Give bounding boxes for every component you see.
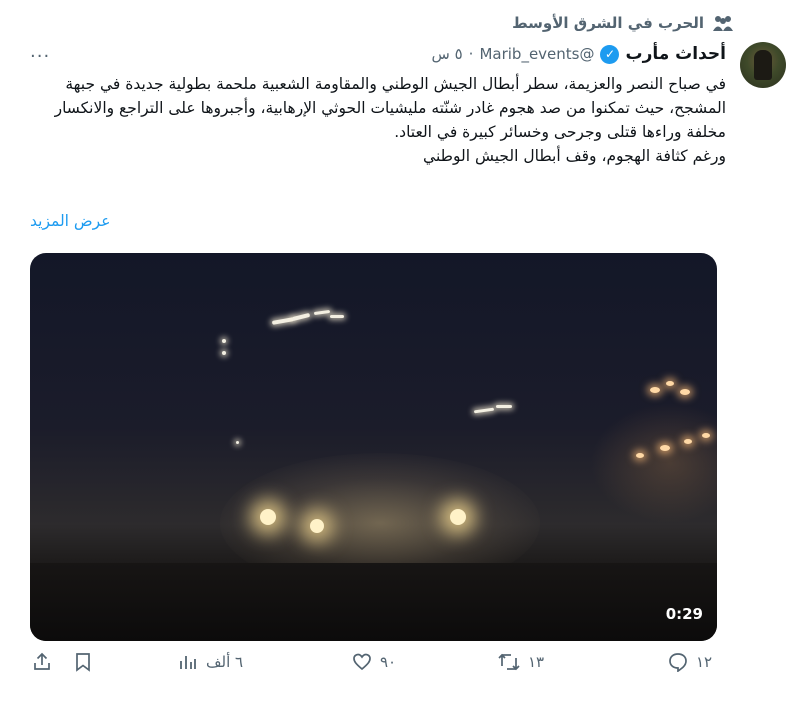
analytics-icon bbox=[180, 656, 196, 669]
tweet-paragraph-2: ورغم كثافة الهجوم، وقف أبطال الجيش الوطن… bbox=[423, 147, 726, 165]
fire-spot bbox=[660, 445, 670, 451]
reply-button[interactable]: ١٢ bbox=[668, 652, 712, 672]
sky-glow-right bbox=[590, 403, 717, 523]
video-duration: 0:29 bbox=[665, 605, 703, 623]
verified-badge-icon: ✓ bbox=[600, 44, 620, 64]
bookmark-icon bbox=[76, 653, 90, 672]
avatar-figure bbox=[754, 50, 772, 80]
avatar[interactable] bbox=[740, 42, 786, 88]
light-source bbox=[450, 509, 466, 525]
views-button[interactable]: ٦ ألف bbox=[178, 652, 243, 672]
tracer-streak bbox=[473, 407, 495, 414]
like-count: ٩٠ bbox=[380, 653, 397, 671]
tweet-header: أحداث مأرب ✓ @Marib_events · ٥ س bbox=[432, 44, 726, 64]
fire-spot bbox=[636, 453, 644, 458]
bookmark-button[interactable] bbox=[74, 652, 92, 672]
fire-spot bbox=[702, 433, 710, 438]
tracer-streak bbox=[236, 441, 239, 444]
tracer-streak bbox=[496, 405, 512, 408]
retweet-button[interactable]: ١٣ bbox=[498, 652, 544, 672]
like-button[interactable]: ٩٠ bbox=[352, 652, 396, 672]
tweet-paragraph-1: في صباح النصر والعزيمة، سطر أبطال الجيش … bbox=[54, 75, 726, 141]
community-context[interactable]: الحرب في الشرق الأوسط bbox=[512, 14, 734, 32]
reply-count: ١٢ bbox=[696, 653, 713, 671]
video-player[interactable]: 0:29 bbox=[30, 253, 717, 641]
fire-spot bbox=[650, 387, 660, 393]
light-source bbox=[310, 519, 324, 533]
tracer-streak bbox=[313, 309, 331, 316]
light-source bbox=[260, 509, 276, 525]
community-icon bbox=[712, 14, 734, 32]
tracer-streak bbox=[222, 339, 226, 343]
fire-spot bbox=[666, 381, 674, 386]
retweet-count: ١٣ bbox=[528, 653, 545, 671]
tracer-streak bbox=[330, 315, 344, 318]
reply-icon bbox=[669, 653, 687, 672]
more-options-icon[interactable]: ··· bbox=[30, 46, 50, 67]
action-bar: ١٢ ١٣ ٩٠ ٦ ألف bbox=[0, 652, 800, 688]
retweet-icon bbox=[498, 653, 520, 671]
author-handle[interactable]: @Marib_events bbox=[479, 45, 594, 63]
tracer-streak bbox=[271, 317, 295, 325]
separator: · bbox=[468, 45, 474, 63]
share-icon bbox=[34, 652, 50, 670]
share-button[interactable] bbox=[32, 652, 52, 672]
ground-silhouette bbox=[30, 563, 717, 641]
tweet[interactable]: الحرب في الشرق الأوسط أحداث مأرب ✓ @Mari… bbox=[0, 0, 800, 707]
community-name: الحرب في الشرق الأوسط bbox=[512, 14, 704, 32]
author-name[interactable]: أحداث مأرب bbox=[625, 44, 726, 64]
fire-spot bbox=[684, 439, 692, 444]
tracer-streak bbox=[222, 351, 226, 355]
show-more-link[interactable]: عرض المزيد bbox=[30, 212, 110, 230]
heart-icon bbox=[353, 653, 371, 671]
tweet-text: في صباح النصر والعزيمة، سطر أبطال الجيش … bbox=[28, 72, 726, 168]
tracer-streak bbox=[291, 312, 311, 322]
timestamp[interactable]: ٥ س bbox=[432, 45, 463, 63]
fire-spot bbox=[680, 389, 690, 395]
views-count: ٦ ألف bbox=[206, 653, 244, 671]
